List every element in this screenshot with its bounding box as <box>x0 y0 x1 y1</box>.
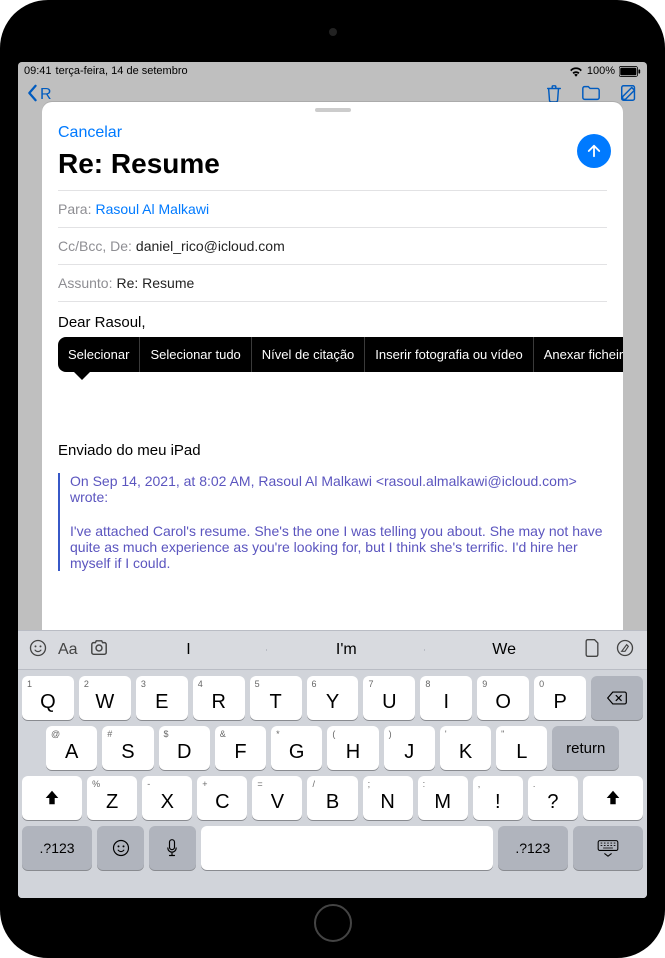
menu-attach-file[interactable]: Anexar ficheiro <box>534 337 623 372</box>
camera-icon[interactable] <box>88 639 110 662</box>
keyboard: 1Q2W3E4R5T6Y7U8I9O0P @A#S$D&F*G(H)J'K"Lr… <box>18 670 647 898</box>
key-j[interactable]: )J <box>384 726 435 770</box>
key-w[interactable]: 2W <box>79 676 131 720</box>
quoted-reply: On Sep 14, 2021, at 8:02 AM, Rasoul Al M… <box>58 473 607 571</box>
key-l[interactable]: "L <box>496 726 547 770</box>
ccbcc-value: daniel_rico@icloud.com <box>136 238 285 254</box>
key-q[interactable]: 1Q <box>22 676 74 720</box>
markup-icon[interactable] <box>615 638 635 663</box>
subject-label: Assunto: <box>58 275 112 291</box>
key-?[interactable]: .? <box>528 776 578 820</box>
scan-document-icon[interactable] <box>583 638 601 663</box>
key-z[interactable]: %Z <box>87 776 137 820</box>
to-label: Para: <box>58 201 91 217</box>
key-b[interactable]: /B <box>307 776 357 820</box>
quote-body: I've attached Carol's resume. She's the … <box>70 523 607 571</box>
popover-arrow-icon <box>74 372 90 388</box>
key-c[interactable]: +C <box>197 776 247 820</box>
menu-select[interactable]: Selecionar <box>58 337 140 372</box>
subject-value: Re: Resume <box>116 275 194 291</box>
key-r[interactable]: 4R <box>193 676 245 720</box>
to-value[interactable]: Rasoul Al Malkawi <box>95 201 209 217</box>
key-n[interactable]: ;N <box>363 776 413 820</box>
quicktype-bar: Aa I I'm We <box>18 630 647 670</box>
shift-right-key[interactable] <box>583 776 643 820</box>
suggestion-3[interactable]: We <box>425 641 583 659</box>
key-t[interactable]: 5T <box>250 676 302 720</box>
key-v[interactable]: =V <box>252 776 302 820</box>
shift-left-key[interactable] <box>22 776 82 820</box>
suggestion-1[interactable]: I <box>110 641 268 659</box>
emoji-picker-icon[interactable] <box>28 638 48 663</box>
ipad-device: 09:41 terça-feira, 14 de setembro 100% R <box>0 0 665 958</box>
compose-body[interactable]: Dear Rasoul, Selecionar Selecionar tudo … <box>58 301 607 571</box>
dictation-key[interactable] <box>149 826 196 870</box>
compose-title: Re: Resume <box>58 148 607 180</box>
cancel-button[interactable]: Cancelar <box>58 116 122 146</box>
key-o[interactable]: 9O <box>477 676 529 720</box>
front-camera <box>329 28 337 36</box>
suggestion-2[interactable]: I'm <box>267 641 425 659</box>
key-h[interactable]: (H <box>327 726 378 770</box>
key-g[interactable]: *G <box>271 726 322 770</box>
key-k[interactable]: 'K <box>440 726 491 770</box>
numbers-key-right[interactable]: .?123 <box>498 826 568 870</box>
screen: 09:41 terça-feira, 14 de setembro 100% R <box>18 62 647 898</box>
key-f[interactable]: &F <box>215 726 266 770</box>
context-menu: Selecionar Selecionar tudo Nível de cita… <box>58 337 607 372</box>
key-m[interactable]: :M <box>418 776 468 820</box>
key-a[interactable]: @A <box>46 726 97 770</box>
send-button[interactable] <box>577 134 611 168</box>
space-key[interactable] <box>201 826 493 870</box>
subject-field[interactable]: Assunto: Re: Resume <box>58 264 607 301</box>
key-y[interactable]: 6Y <box>307 676 359 720</box>
return-key[interactable]: return <box>552 726 619 770</box>
format-icon[interactable]: Aa <box>58 641 78 659</box>
home-button[interactable] <box>314 904 352 942</box>
ccbcc-label: Cc/Bcc, De: <box>58 238 132 254</box>
emoji-key[interactable] <box>97 826 144 870</box>
key-u[interactable]: 7U <box>363 676 415 720</box>
key-x[interactable]: -X <box>142 776 192 820</box>
key-![interactable]: ,! <box>473 776 523 820</box>
key-i[interactable]: 8I <box>420 676 472 720</box>
body-greeting: Dear Rasoul, <box>58 314 146 331</box>
key-p[interactable]: 0P <box>534 676 586 720</box>
dismiss-keyboard-key[interactable] <box>573 826 643 870</box>
numbers-key-left[interactable]: .?123 <box>22 826 92 870</box>
key-e[interactable]: 3E <box>136 676 188 720</box>
quote-header: On Sep 14, 2021, at 8:02 AM, Rasoul Al M… <box>70 473 607 505</box>
menu-select-all[interactable]: Selecionar tudo <box>140 337 251 372</box>
menu-insert-media[interactable]: Inserir fotografia ou vídeo <box>365 337 533 372</box>
backspace-key[interactable] <box>591 676 643 720</box>
signature: Enviado do meu iPad <box>58 442 607 459</box>
menu-quote-level[interactable]: Nível de citação <box>252 337 366 372</box>
key-d[interactable]: $D <box>159 726 210 770</box>
key-s[interactable]: #S <box>102 726 153 770</box>
ccbcc-field[interactable]: Cc/Bcc, De: daniel_rico@icloud.com <box>58 227 607 264</box>
to-field[interactable]: Para: Rasoul Al Malkawi <box>58 190 607 227</box>
